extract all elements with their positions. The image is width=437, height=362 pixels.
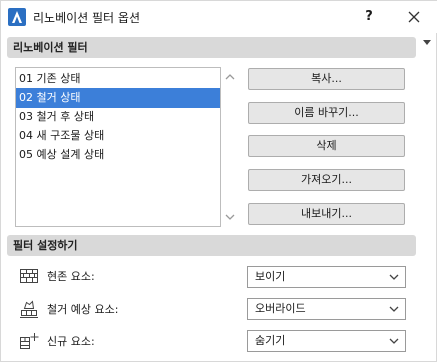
chevron-down-icon	[389, 306, 399, 312]
brick-wall-icon	[20, 269, 38, 283]
title-bar: 리노베이션 필터 옵션 ?	[1, 1, 437, 33]
import-button[interactable]: 가져오기...	[248, 169, 405, 191]
existing-elements-label: 현존 요소:	[47, 270, 95, 283]
rename-button[interactable]: 이름 바꾸기...	[248, 102, 405, 124]
copy-button[interactable]: 복사...	[248, 68, 405, 90]
existing-elements-select[interactable]: 보이기	[247, 266, 406, 288]
filter-list-item-selected[interactable]: 02 철거 상태	[16, 88, 220, 108]
filter-list-item[interactable]: 01 기존 상태	[16, 69, 220, 89]
close-button[interactable]	[399, 6, 429, 28]
delete-button[interactable]: 삭제	[248, 135, 405, 157]
chevron-down-icon	[389, 274, 399, 280]
renovation-filter-section-header[interactable]: 리노베이션 필터	[7, 37, 416, 58]
new-element-icon	[20, 333, 39, 349]
filter-list[interactable]: 01 기존 상태 02 철거 상태 03 철거 후 상태 04 새 구조물 상태…	[15, 67, 221, 227]
new-elements-label: 신규 요소:	[47, 335, 95, 348]
move-down-icon[interactable]	[224, 211, 236, 223]
close-icon	[408, 11, 420, 23]
filter-list-item[interactable]: 04 새 구조물 상태	[16, 126, 220, 146]
demolish-icon	[20, 300, 38, 318]
panel-menu-arrow-icon[interactable]	[422, 39, 432, 47]
help-button[interactable]: ?	[357, 6, 381, 28]
filter-list-item[interactable]: 03 철거 후 상태	[16, 107, 220, 127]
chevron-down-icon	[389, 338, 399, 344]
move-up-icon[interactable]	[224, 71, 236, 83]
demolished-elements-value: 오버라이드	[255, 302, 306, 315]
existing-elements-value: 보이기	[255, 270, 286, 283]
demolished-elements-select[interactable]: 오버라이드	[247, 298, 406, 320]
archicad-logo-icon	[8, 8, 26, 26]
filter-list-item[interactable]: 05 예상 설계 상태	[16, 145, 220, 165]
new-elements-select[interactable]: 숨기기	[247, 330, 406, 352]
demolished-elements-label: 철거 예상 요소:	[47, 303, 119, 316]
new-elements-value: 숨기기	[255, 334, 286, 347]
renovation-filter-options-dialog: 리노베이션 필터 옵션 ? 리노베이션 필터 01 기존 상태 02 철거 상태…	[0, 0, 437, 362]
export-button[interactable]: 내보내기...	[248, 203, 405, 225]
filter-settings-section-header[interactable]: 필터 설정하기	[7, 235, 416, 256]
window-title: 리노베이션 필터 옵션	[33, 11, 140, 25]
